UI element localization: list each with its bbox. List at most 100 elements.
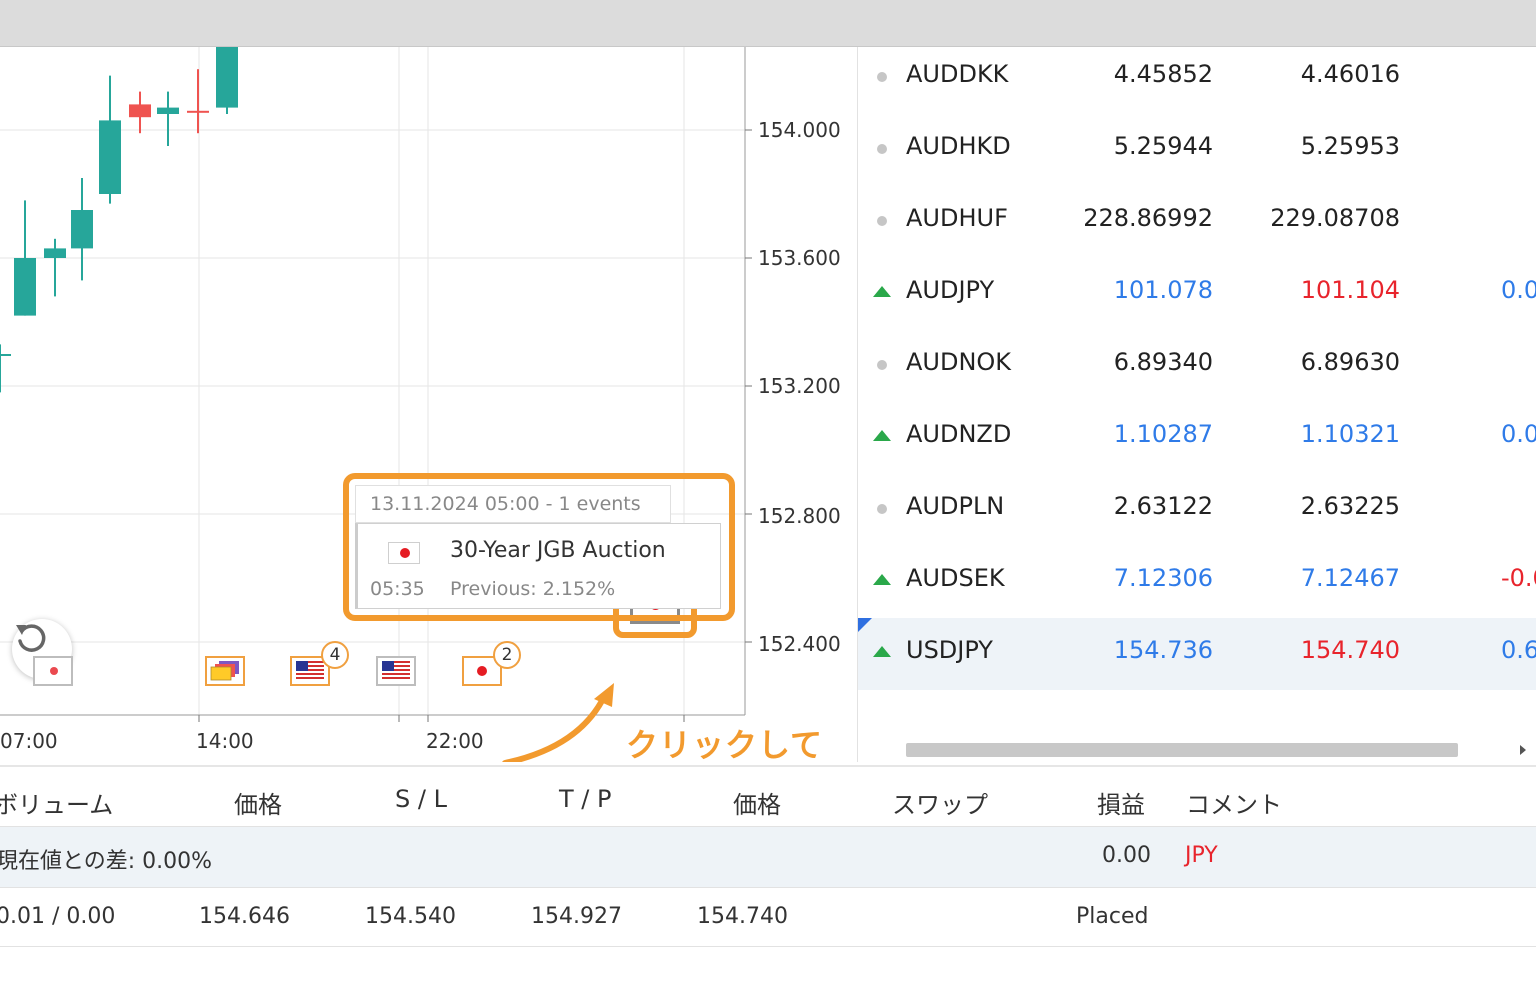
bid-price: 4.45852 — [1113, 60, 1213, 88]
status-dot-icon — [877, 72, 887, 82]
watchlist-row-audnzd[interactable]: AUDNZD 1.10287 1.10321 0.0 — [858, 402, 1536, 474]
event-marker-us[interactable] — [376, 656, 416, 686]
order-price: 154.646 — [199, 904, 290, 929]
bid-price: 5.25944 — [1113, 132, 1213, 160]
ask-price: 101.104 — [1300, 276, 1400, 304]
japan-flag-icon — [43, 663, 65, 679]
us-flag-icon — [382, 661, 410, 681]
bid-price: 228.86992 — [1083, 204, 1213, 232]
order-tp: 154.927 — [531, 904, 622, 929]
status-dot-icon — [877, 216, 887, 226]
time-axis-label: 07:00 — [0, 729, 58, 753]
ask-price: 1.10321 — [1300, 420, 1400, 448]
market-watch-list[interactable]: AUDDKK 4.45852 4.46016 AUDHKD 5.25944 5.25953… — [857, 47, 1536, 762]
event-marker-jp[interactable] — [33, 656, 73, 686]
symbol-name: AUDDKK — [906, 60, 1009, 88]
candle — [216, 47, 238, 114]
price-axis-label: 153.600 — [758, 246, 841, 270]
column-header-comment[interactable]: コメント — [1186, 785, 1282, 820]
candle-body — [187, 110, 209, 113]
candle-body — [157, 107, 179, 114]
orders-table: ボリューム 価格 S / L T / P 価格 スワップ 損益 コメント 現在値… — [0, 765, 1536, 1002]
symbol-name: USDJPY — [906, 636, 993, 664]
candle-body — [129, 104, 151, 118]
bid-price: 7.12306 — [1113, 564, 1213, 592]
ask-price: 4.46016 — [1300, 60, 1400, 88]
candle — [71, 178, 93, 281]
price-axis-label: 152.800 — [758, 504, 841, 528]
window-title-bar — [0, 0, 1536, 47]
candle-body — [14, 258, 36, 316]
ask-price: 7.12467 — [1300, 564, 1400, 592]
ask-price: 154.740 — [1300, 636, 1400, 664]
trend-up-icon — [873, 574, 891, 585]
callout-instruction: クリックして表示 — [626, 726, 824, 762]
bid-price: 6.89340 — [1113, 348, 1213, 376]
column-header-volume[interactable]: ボリューム — [0, 785, 113, 820]
scroll-right-icon[interactable] — [1520, 745, 1526, 755]
event-count-badge: 2 — [493, 641, 521, 669]
column-header-sl[interactable]: S / L — [395, 785, 447, 813]
price-axis-label: 152.400 — [758, 632, 841, 656]
event-popup[interactable]: 30-Year JGB Auction 05:35 Previous: 2.15… — [355, 523, 721, 609]
column-header-tp[interactable]: T / P — [559, 785, 611, 813]
ask-price: 6.89630 — [1300, 348, 1400, 376]
column-header-swap[interactable]: スワップ — [892, 785, 988, 820]
multi-flags-icon — [210, 661, 239, 681]
watchlist-row-audhuf[interactable]: AUDHUF 228.86992 229.08708 — [858, 186, 1536, 258]
symbol-name: AUDNOK — [906, 348, 1012, 376]
row-divider — [0, 946, 1536, 947]
trend-up-icon — [873, 286, 891, 297]
summary-row: 現在値との差: 0.00% 0.00 JPY — [0, 827, 1536, 887]
symbol-name: AUDSEK — [906, 564, 1005, 592]
order-current-price: 154.740 — [697, 904, 788, 929]
price-axis-label: 154.000 — [758, 118, 841, 142]
row-divider — [0, 887, 1536, 888]
trend-up-icon — [873, 646, 891, 657]
japan-flag-icon — [388, 542, 420, 564]
event-count-badge: 4 — [321, 641, 349, 669]
candle-body — [0, 354, 11, 356]
symbol-name: AUDHUF — [906, 204, 1008, 232]
candle — [99, 75, 121, 204]
watchlist-row-audnok[interactable]: AUDNOK 6.89340 6.89630 — [858, 330, 1536, 402]
column-header-price[interactable]: 価格 — [234, 785, 282, 820]
ask-price: 5.25953 — [1300, 132, 1400, 160]
total-profit: 0.00 — [1102, 843, 1151, 868]
trend-up-icon — [873, 430, 891, 441]
watchlist-row-audjpy[interactable]: AUDJPY 101.078 101.104 0.0 — [858, 258, 1536, 330]
candle-body — [44, 248, 66, 258]
account-currency: JPY — [1185, 843, 1218, 868]
candle — [187, 69, 209, 134]
status-dot-icon — [877, 504, 887, 514]
order-sl: 154.540 — [365, 904, 456, 929]
horizontal-scrollbar[interactable] — [906, 743, 1458, 757]
refresh-icon — [16, 624, 46, 652]
watchlist-row-audhkd[interactable]: AUDHKD 5.25944 5.25953 — [858, 114, 1536, 186]
candle — [14, 200, 36, 316]
column-header-profit[interactable]: 損益 — [1097, 785, 1145, 820]
status-dot-icon — [877, 360, 887, 370]
time-axis-label: 22:00 — [426, 729, 484, 753]
watchlist-row-auddkk[interactable]: AUDDKK 4.45852 4.46016 — [858, 47, 1536, 114]
ask-price: 2.63225 — [1300, 492, 1400, 520]
bid-price: 1.10287 — [1113, 420, 1213, 448]
event-popup-header: 13.11.2024 05:00 - 1 events — [355, 485, 671, 523]
watchlist-row-usdjpy[interactable]: USDJPY 154.736 154.740 0.6 — [858, 618, 1536, 690]
watchlist-row-audpln[interactable]: AUDPLN 2.63122 2.63225 — [858, 474, 1536, 546]
symbol-name: AUDHKD — [906, 132, 1011, 160]
watchlist-row-audsek[interactable]: AUDSEK 7.12306 7.12467 -0.0 — [858, 546, 1536, 618]
order-volume: 0.01 / 0.00 — [0, 904, 116, 929]
candle-body — [99, 120, 121, 194]
column-header-current-price[interactable]: 価格 — [733, 785, 781, 820]
candle — [44, 238, 66, 297]
symbol-name: AUDJPY — [906, 276, 995, 304]
price-axis-label: 153.200 — [758, 374, 841, 398]
event-marker-multi[interactable] — [205, 656, 245, 686]
candle-body — [71, 210, 93, 249]
status-dot-icon — [877, 144, 887, 154]
daily-change: -0.0 — [1501, 564, 1536, 592]
price-chart[interactable]: 154.000 153.600 153.200 152.800 152.400 … — [0, 47, 856, 762]
selection-marker — [858, 618, 872, 632]
candle — [0, 344, 11, 393]
